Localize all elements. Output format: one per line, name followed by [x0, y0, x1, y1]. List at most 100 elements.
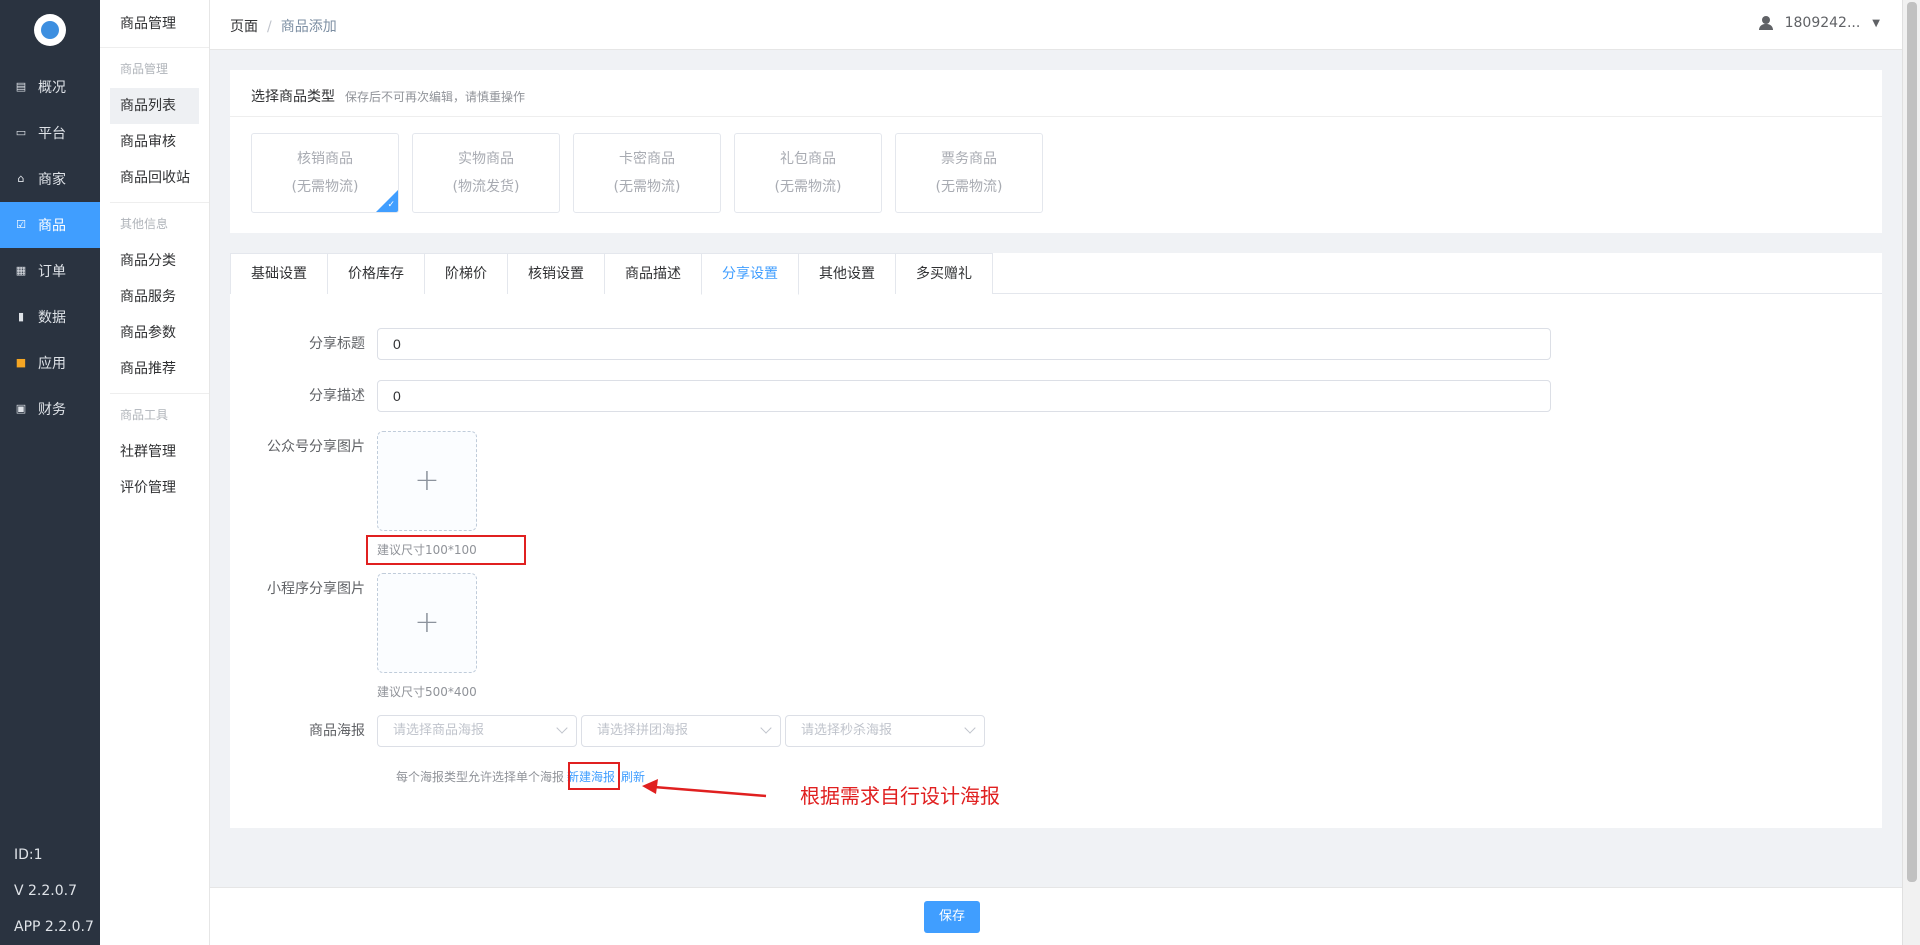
share-desc-row: 分享描述 0: [230, 380, 1551, 412]
tab-description[interactable]: 商品描述: [604, 253, 702, 294]
sub-menu-item-goods-list[interactable]: 商品列表: [110, 88, 199, 124]
nav-item-label: 订单: [38, 264, 66, 280]
mini-image-tip: 建议尺寸500*400: [377, 685, 477, 699]
nav-item-label: 商品: [38, 218, 66, 234]
product-type-note: (物流发货): [452, 179, 520, 195]
breadcrumb: 页面 / 商品添加: [230, 16, 337, 36]
apps-icon: ■: [15, 356, 27, 369]
poster-row: 商品海报 请选择商品海报 请选择拼团海报 请选择秒杀海报: [230, 715, 989, 747]
product-type-card: 选择商品类型 保存后不可再次编辑，请慎重操作 核销商品 (无需物流) ✓ 实物商品…: [230, 70, 1882, 233]
product-type-verify[interactable]: 核销商品 (无需物流) ✓: [251, 133, 399, 213]
poster-note-text: 每个海报类型允许选择单个海报: [396, 770, 565, 784]
user-icon: [1758, 16, 1773, 30]
sub-menu-item-service[interactable]: 商品服务: [110, 279, 199, 315]
tab-price-stock[interactable]: 价格库存: [327, 253, 425, 294]
mp-image-upload[interactable]: +: [377, 431, 477, 531]
sidebar-footer: ID:1 V 2.2.0.7 APP 2.2.0.7: [14, 837, 94, 945]
product-type-name: 核销商品: [297, 151, 353, 167]
nav-item-platform[interactable]: ▭ 平台: [0, 110, 100, 156]
product-type-ticket[interactable]: 票务商品 (无需物流): [895, 133, 1043, 213]
chevron-down-icon: [760, 722, 772, 734]
select-placeholder: 请选择商品海报: [393, 723, 485, 738]
nav-item-label: 财务: [38, 402, 66, 418]
share-desc-input[interactable]: 0: [377, 380, 1551, 412]
annotation-box-size-tip: [366, 535, 526, 565]
nav-item-label: 概况: [38, 80, 66, 96]
sub-menu-group-label: 商品管理: [120, 62, 169, 76]
bottom-bar: 保存: [210, 887, 1902, 945]
nav-item-data[interactable]: ▮ 数据: [0, 294, 100, 340]
share-title-input[interactable]: 0: [377, 328, 1551, 360]
share-title-row: 分享标题 0: [230, 328, 1551, 360]
page-scrollbar[interactable]: [1902, 0, 1920, 945]
product-type-header: 选择商品类型 保存后不可再次编辑，请慎重操作: [230, 70, 1882, 117]
tab-verify-settings[interactable]: 核销设置: [507, 253, 605, 294]
breadcrumb-root[interactable]: 页面: [230, 19, 258, 35]
sub-menu-item-recycle-bin[interactable]: 商品回收站: [110, 160, 199, 196]
product-type-card-code[interactable]: 卡密商品 (无需物流): [573, 133, 721, 213]
sub-menu-item-goods-audit[interactable]: 商品审核: [110, 124, 199, 160]
tab-other-settings[interactable]: 其他设置: [798, 253, 896, 294]
scrollbar-thumb[interactable]: [1907, 2, 1917, 882]
product-type-name: 票务商品: [941, 151, 997, 167]
goods-icon: ☑: [16, 218, 26, 231]
goods-poster-select[interactable]: 请选择商品海报: [377, 715, 577, 747]
flash-sale-poster-select[interactable]: 请选择秒杀海报: [785, 715, 985, 747]
save-button[interactable]: 保存: [924, 901, 980, 933]
select-placeholder: 请选择秒杀海报: [801, 723, 893, 738]
chevron-down-icon: [556, 722, 568, 734]
product-type-note: (无需物流): [935, 179, 1003, 195]
product-type-note: (无需物流): [613, 179, 681, 195]
finance-icon: ▣: [15, 402, 27, 415]
plus-icon: +: [414, 605, 440, 640]
product-type-physical[interactable]: 实物商品 (物流发货): [412, 133, 560, 213]
nav-item-overview[interactable]: ▤ 概况: [0, 64, 100, 110]
nav-item-goods[interactable]: ☑ 商品: [0, 202, 100, 248]
main-sidebar: ▤ 概况 ▭ 平台 ⌂ 商家 ☑ 商品 ▦ 订单 ▮ 数据 ■ 应用 ▣ 财务: [0, 0, 100, 945]
tab-buy-more-gift[interactable]: 多买赠礼: [895, 253, 993, 294]
product-type-options: 核销商品 (无需物流) ✓ 实物商品 (物流发货) 卡密商品 (无需物流) 礼包…: [251, 133, 1056, 213]
bar-chart-icon: ▮: [17, 310, 25, 323]
sub-menu-item-recommend[interactable]: 商品推荐: [110, 351, 199, 387]
sub-menu-item-params[interactable]: 商品参数: [110, 315, 199, 351]
product-type-note: (无需物流): [774, 179, 842, 195]
nav-item-label: 商家: [38, 172, 66, 188]
account-id: ID:1: [14, 847, 43, 863]
share-title-label: 分享标题: [309, 336, 365, 352]
top-bar: 页面 / 商品添加 1809242... ▼: [210, 0, 1902, 50]
settings-tabs: 基础设置 价格库存 阶梯价 核销设置 商品描述 分享设置 其他设置 多买赠礼: [230, 253, 1882, 295]
product-type-name: 实物商品: [458, 151, 514, 167]
caret-down-icon: ▼: [1872, 17, 1880, 29]
nav-item-merchant[interactable]: ⌂ 商家: [0, 156, 100, 202]
chart-icon: ▤: [15, 80, 27, 93]
tab-tiered-price[interactable]: 阶梯价: [424, 253, 508, 294]
order-icon: ▦: [15, 264, 27, 277]
tab-basic[interactable]: 基础设置: [230, 253, 328, 294]
breadcrumb-separator: /: [267, 19, 272, 35]
select-placeholder: 请选择拼团海报: [597, 723, 689, 738]
product-type-gift-pack[interactable]: 礼包商品 (无需物流): [734, 133, 882, 213]
mini-image-row: 小程序分享图片 + 建议尺寸500*400: [230, 573, 477, 700]
product-type-name: 礼包商品: [780, 151, 836, 167]
nav-item-apps[interactable]: ■ 应用: [0, 340, 100, 386]
breadcrumb-current: 商品添加: [280, 19, 337, 35]
monitor-icon: ▭: [15, 126, 27, 139]
nav-item-finance[interactable]: ▣ 财务: [0, 386, 100, 432]
user-menu[interactable]: 1809242... ▼: [1758, 15, 1880, 31]
group-poster-select[interactable]: 请选择拼团海报: [581, 715, 781, 747]
nav-item-label: 应用: [38, 356, 66, 372]
product-type-hint: 保存后不可再次编辑，请慎重操作: [345, 90, 526, 104]
sub-menu-item-review[interactable]: 评价管理: [110, 470, 199, 506]
tab-share-settings[interactable]: 分享设置: [701, 253, 799, 295]
mini-image-upload[interactable]: +: [377, 573, 477, 673]
sub-menu-item-community[interactable]: 社群管理: [110, 434, 199, 470]
sub-menu-item-category[interactable]: 商品分类: [110, 243, 199, 279]
annotation-arrow: [642, 779, 767, 798]
annotation-box-new-poster: [568, 762, 620, 790]
nav-item-orders[interactable]: ▦ 订单: [0, 248, 100, 294]
product-type-name: 卡密商品: [619, 151, 675, 167]
mini-image-label: 小程序分享图片: [267, 581, 365, 597]
app-logo[interactable]: [34, 14, 66, 46]
product-type-title: 选择商品类型: [251, 89, 335, 105]
app-version-text: APP 2.2.0.7: [14, 919, 94, 935]
